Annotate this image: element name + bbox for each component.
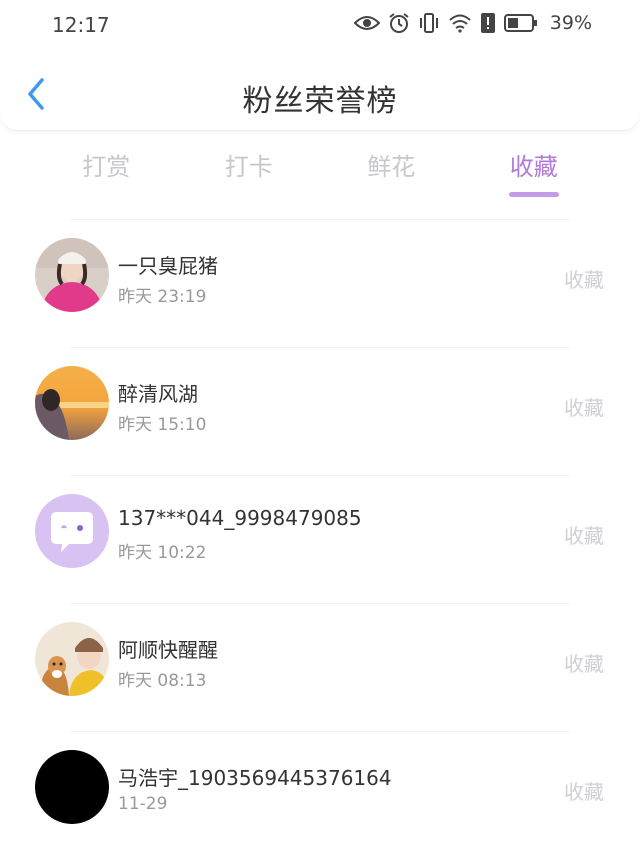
status-icons: 39% bbox=[353, 12, 592, 34]
avatar[interactable] bbox=[35, 366, 109, 440]
status-time: 12:17 bbox=[52, 13, 110, 37]
vibrate-icon bbox=[418, 12, 440, 34]
tab-reward[interactable]: 打赏 bbox=[35, 150, 178, 200]
username: 马浩宇_1903569445376164 bbox=[118, 766, 392, 790]
wifi-icon bbox=[448, 13, 472, 33]
username: 一只臭屁猪 bbox=[118, 254, 218, 278]
timestamp: 11-29 bbox=[118, 794, 168, 814]
tab-underline bbox=[508, 192, 559, 197]
favorite-label: 收藏 bbox=[564, 524, 604, 548]
list-item[interactable]: 醉清风湖 昨天 15:10 收藏 bbox=[0, 348, 640, 476]
timestamp: 昨天 10:22 bbox=[118, 543, 207, 563]
list-item[interactable]: 一只臭屁猪 昨天 23:19 收藏 bbox=[0, 220, 640, 348]
battery-percentage: 39% bbox=[549, 12, 592, 34]
favorite-label: 收藏 bbox=[564, 652, 604, 676]
list-item[interactable]: 阿顺快醒醒 昨天 08:13 收藏 bbox=[0, 604, 640, 732]
timestamp: 昨天 08:13 bbox=[118, 671, 207, 691]
tab-checkin[interactable]: 打卡 bbox=[178, 150, 321, 200]
list-item[interactable]: 马浩宇_1903569445376164 11-29 收藏 bbox=[0, 732, 640, 860]
username: 阿顺快醒醒 bbox=[118, 638, 218, 662]
timestamp: 昨天 15:10 bbox=[118, 415, 207, 435]
tab-favorites[interactable]: 收藏 bbox=[463, 150, 606, 200]
favorite-label: 收藏 bbox=[564, 396, 604, 420]
avatar[interactable] bbox=[35, 238, 109, 312]
avatar[interactable] bbox=[35, 622, 109, 696]
fan-list: 一只臭屁猪 昨天 23:19 收藏 醉清风湖 昨天 15:10 收藏 137**… bbox=[0, 220, 640, 860]
tab-label: 鲜花 bbox=[367, 153, 416, 181]
alert-icon bbox=[480, 12, 496, 34]
tab-label: 打卡 bbox=[224, 153, 273, 181]
status-bar: 12:17 39% bbox=[0, 0, 640, 50]
favorite-label: 收藏 bbox=[564, 780, 604, 804]
list-item[interactable]: 137***044_9998479085 昨天 10:22 收藏 bbox=[0, 476, 640, 604]
avatar[interactable] bbox=[35, 494, 109, 568]
tab-bar: 打赏 打卡 鲜花 收藏 bbox=[35, 150, 605, 200]
eye-icon bbox=[353, 13, 380, 33]
avatar[interactable] bbox=[35, 750, 109, 824]
username: 137***044_9998479085 bbox=[118, 506, 362, 530]
timestamp: 昨天 23:19 bbox=[118, 287, 207, 307]
page-title: 粉丝荣誉榜 bbox=[242, 84, 398, 119]
header: 粉丝荣誉榜 bbox=[0, 50, 640, 131]
tab-label: 收藏 bbox=[509, 153, 558, 181]
alarm-icon bbox=[388, 12, 410, 34]
tab-flowers[interactable]: 鲜花 bbox=[320, 150, 463, 200]
username: 醉清风湖 bbox=[118, 382, 198, 406]
tab-label: 打赏 bbox=[82, 153, 131, 181]
battery-icon bbox=[503, 13, 538, 33]
favorite-label: 收藏 bbox=[564, 268, 604, 292]
